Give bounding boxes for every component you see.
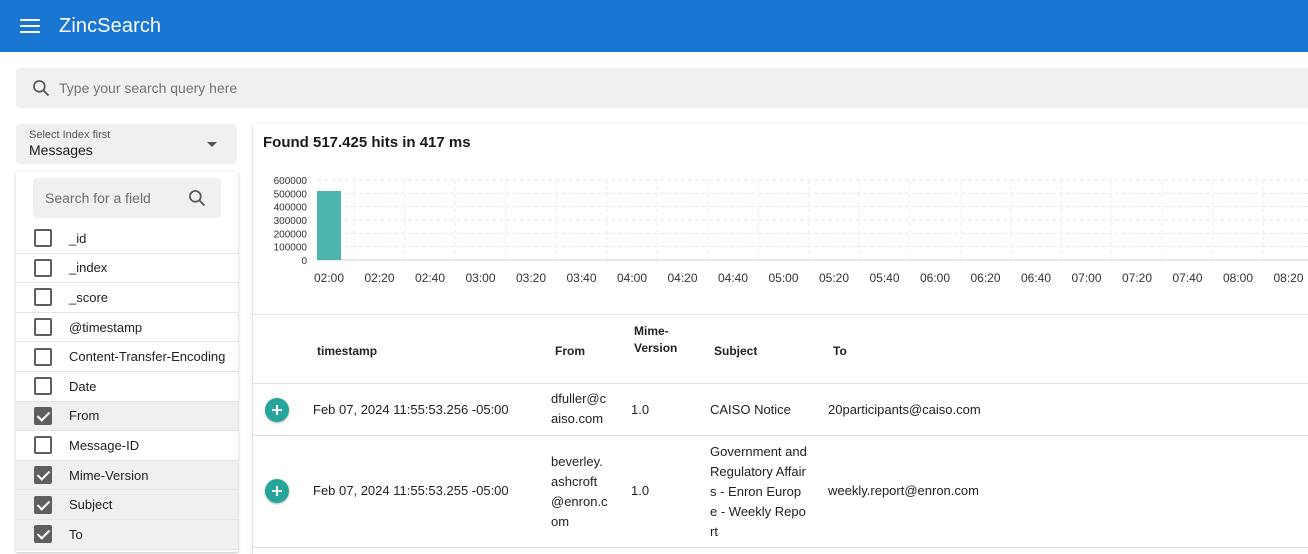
- table-row: Feb 07, 2024 11:55:53.255 -05:00 beverle…: [253, 436, 1308, 548]
- menu-icon[interactable]: [20, 19, 40, 33]
- field-item[interactable]: _id: [16, 224, 238, 254]
- x-tick-label: 06:40: [1021, 271, 1051, 285]
- y-tick-label: 100000: [274, 243, 308, 254]
- x-tick-label: 02:00: [314, 271, 344, 285]
- fields-panel: _id _index _score @timestamp Content-Transfe…: [16, 172, 238, 552]
- field-item[interactable]: Content-Transfer-Encoding: [16, 342, 238, 372]
- field-item-label: Content-Transfer-Encoding: [69, 349, 226, 365]
- x-tick-label: 07:00: [1071, 271, 1101, 285]
- search-icon: [33, 80, 50, 97]
- field-item-label: _id: [69, 230, 87, 246]
- checkbox-checked-icon[interactable]: [34, 495, 52, 514]
- field-item-label: From: [69, 408, 100, 424]
- field-item-label: Mime-Version: [69, 467, 149, 483]
- histogram-chart: 600000 500000 400000 300000 200000 100000 0 02:…: [274, 176, 1308, 285]
- field-item[interactable]: From: [16, 401, 238, 432]
- field-item[interactable]: _score: [16, 283, 238, 313]
- cell-subject: Government and Regulatory Affairs - Enro…: [710, 444, 807, 539]
- field-item-label: Message-ID: [69, 437, 140, 453]
- x-tick-label: 04:20: [667, 271, 697, 285]
- x-tick-label: 06:20: [970, 271, 1000, 285]
- x-tick-label: 08:00: [1223, 271, 1253, 285]
- checkbox-checked-icon[interactable]: [34, 466, 52, 485]
- field-list: _id _index _score @timestamp Content-Transfe…: [16, 224, 238, 550]
- field-item[interactable]: @timestamp: [16, 313, 238, 343]
- x-tick-label: 08:20: [1273, 271, 1303, 285]
- field-item[interactable]: Subject: [16, 490, 238, 520]
- query-search-bar: [16, 68, 1308, 108]
- column-header-subject[interactable]: Subject: [714, 344, 757, 358]
- column-header-mime-version[interactable]: Mime- Version: [634, 323, 677, 357]
- field-item-label: _index: [69, 260, 108, 276]
- x-tick-label: 06:00: [920, 271, 950, 285]
- expand-row-button[interactable]: [265, 398, 289, 422]
- field-search-input[interactable]: [45, 190, 175, 206]
- checkbox-icon[interactable]: [34, 347, 52, 366]
- query-search-input[interactable]: [59, 80, 1159, 96]
- field-item[interactable]: Mime-Version: [16, 460, 238, 491]
- x-tick-label: 04:40: [718, 271, 748, 285]
- cell-timestamp: Feb 07, 2024 11:55:53.255 -05:00: [313, 483, 509, 498]
- app-title: ZincSearch: [59, 14, 162, 37]
- field-item-label: Subject: [69, 497, 113, 513]
- column-header-to[interactable]: To: [833, 344, 847, 358]
- y-tick-label: 500000: [274, 189, 308, 200]
- x-tick-label: 03:00: [465, 271, 495, 285]
- field-item-label: _score: [69, 289, 109, 305]
- y-tick-label: 300000: [274, 216, 308, 227]
- y-tick-label: 0: [301, 256, 307, 267]
- index-select-label: Select Index first: [29, 129, 111, 141]
- field-item[interactable]: Date: [16, 372, 238, 402]
- checkbox-icon[interactable]: [34, 377, 52, 396]
- x-tick-label: 03:40: [566, 271, 596, 285]
- y-tick-label: 400000: [274, 203, 308, 214]
- cell-mime-version: 1.0: [631, 402, 650, 417]
- checkbox-icon[interactable]: [34, 436, 52, 455]
- cell-subject: CAISO Notice: [710, 402, 791, 417]
- x-tick-label: 03:20: [516, 271, 546, 285]
- x-tick-label: 02:40: [415, 271, 445, 285]
- field-item-label: @timestamp: [69, 319, 143, 335]
- checkbox-checked-icon[interactable]: [34, 406, 52, 425]
- hits-summary: Found 517.425 hits in 417 ms: [263, 134, 471, 151]
- index-select-value: Messages: [29, 142, 93, 158]
- field-item[interactable]: To: [16, 519, 238, 550]
- x-tick-label: 02:20: [364, 271, 394, 285]
- caret-down-icon: [207, 142, 217, 147]
- search-icon: [189, 190, 206, 207]
- x-tick-label: 05:20: [819, 271, 849, 285]
- y-tick-label: 600000: [274, 176, 308, 187]
- checkbox-icon[interactable]: [34, 288, 52, 307]
- checkbox-icon[interactable]: [34, 258, 52, 277]
- x-tick-label: 05:00: [768, 271, 798, 285]
- x-tick-label: 07:40: [1172, 271, 1202, 285]
- expand-row-button[interactable]: [265, 479, 289, 503]
- column-header-timestamp[interactable]: timestamp: [317, 344, 377, 358]
- x-tick-label: 04:00: [617, 271, 647, 285]
- histogram-bar[interactable]: [317, 191, 341, 260]
- field-search: [33, 178, 221, 218]
- results-panel: Found 517.425 hits in 417 ms 600000 50000…: [253, 124, 1308, 554]
- field-item-label: To: [69, 526, 83, 542]
- app-header: ZincSearch: [0, 0, 1308, 52]
- table-header: timestamp From Mime- Version Subject To: [253, 314, 1308, 384]
- checkbox-icon[interactable]: [34, 318, 52, 337]
- cell-to: 20participants@caiso.com: [828, 402, 981, 417]
- x-tick-label: 05:40: [869, 271, 899, 285]
- y-tick-label: 200000: [274, 229, 308, 240]
- cell-timestamp: Feb 07, 2024 11:55:53.256 -05:00: [313, 402, 509, 417]
- checkbox-checked-icon[interactable]: [34, 525, 52, 544]
- field-item[interactable]: _index: [16, 254, 238, 284]
- x-tick-label: 07:20: [1122, 271, 1152, 285]
- table-row: Feb 07, 2024 11:55:53.256 -05:00 dfuller…: [253, 384, 1308, 436]
- field-item-label: Date: [69, 378, 97, 394]
- cell-to: weekly.report@enron.com: [828, 483, 979, 498]
- column-header-from[interactable]: From: [555, 344, 585, 358]
- field-item[interactable]: Message-ID: [16, 431, 238, 461]
- cell-from: beverley.ashcroft@enron.com: [551, 454, 608, 529]
- checkbox-icon[interactable]: [34, 229, 52, 248]
- index-select[interactable]: Select Index first Messages: [16, 124, 237, 164]
- cell-mime-version: 1.0: [631, 483, 650, 498]
- cell-from: dfuller@caiso.com: [551, 391, 607, 426]
